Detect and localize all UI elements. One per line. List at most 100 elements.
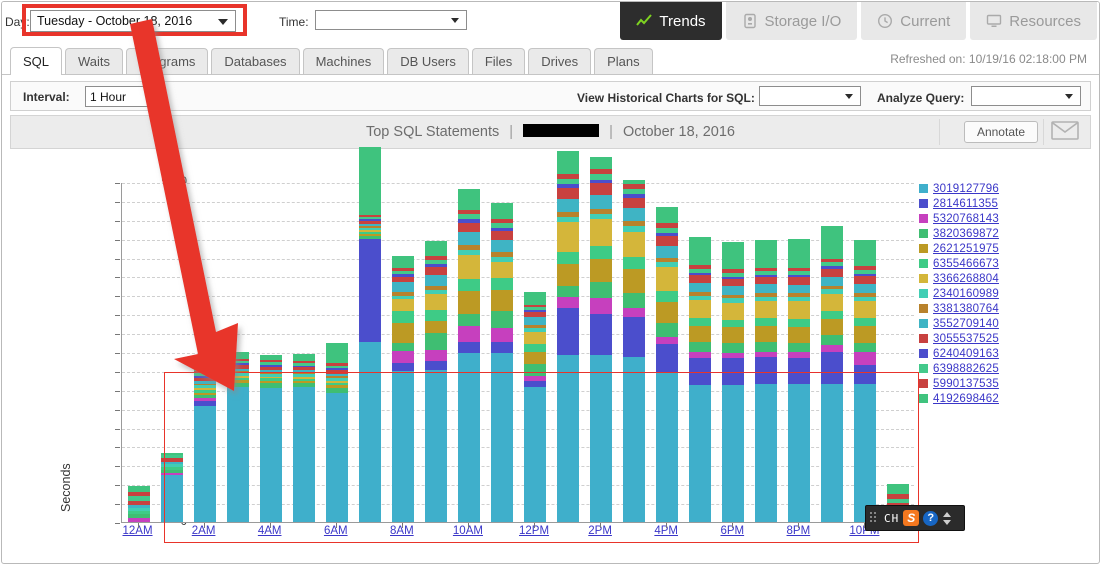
bar-segment[interactable] [754, 325, 777, 343]
bar-segment[interactable] [523, 387, 546, 522]
bar-segment[interactable] [457, 352, 480, 522]
bar-segment[interactable] [391, 363, 414, 371]
legend-item-label[interactable]: 2340160989 [933, 288, 999, 300]
bar-segment[interactable] [490, 278, 513, 290]
bar-segment[interactable] [292, 387, 315, 522]
bar-segment[interactable] [886, 484, 909, 495]
bar-segment[interactable] [424, 320, 447, 334]
arrow-up-icon[interactable] [943, 511, 952, 517]
bar-segment[interactable] [589, 258, 612, 283]
bar-segment[interactable] [589, 314, 612, 356]
bar-segment[interactable] [490, 230, 513, 240]
legend-item[interactable]: 6355466673 [919, 256, 1039, 271]
legend-item-label[interactable]: 6398882625 [933, 363, 999, 375]
bar-segment[interactable] [457, 255, 480, 279]
stacked-bar[interactable] [523, 292, 546, 522]
bar-segment[interactable] [820, 276, 843, 286]
bar-segment[interactable] [589, 157, 612, 169]
legend-item-label[interactable]: 3019127796 [933, 183, 999, 195]
bar-segment[interactable] [193, 406, 216, 522]
bar-segment[interactable] [853, 240, 876, 267]
bar-segment[interactable] [523, 292, 546, 305]
tab-waits[interactable]: Waits [65, 48, 124, 74]
bar-segment[interactable] [424, 275, 447, 286]
legend-item-label[interactable]: 3055537525 [933, 333, 999, 345]
bar-segment[interactable] [259, 387, 282, 522]
bar-segment[interactable] [424, 370, 447, 522]
legend-item-label[interactable]: 6355466673 [933, 258, 999, 270]
bar-segment[interactable] [787, 384, 810, 522]
bar-segment[interactable] [820, 383, 843, 522]
bar-segment[interactable] [655, 344, 678, 373]
bar-segment[interactable] [853, 365, 876, 385]
bar-segment[interactable] [721, 384, 744, 522]
bar-segment[interactable] [424, 294, 447, 310]
bar-segment[interactable] [754, 384, 777, 522]
bar-segment[interactable] [292, 354, 315, 361]
bar-segment[interactable] [523, 317, 546, 325]
bar-segment[interactable] [787, 326, 810, 343]
bar-segment[interactable] [688, 358, 711, 385]
bar-segment[interactable] [622, 231, 645, 258]
bar-segment[interactable] [523, 364, 546, 376]
legend-item[interactable]: 2814611355 [919, 196, 1039, 211]
bar-segment[interactable] [556, 198, 579, 213]
day-select[interactable]: Tuesday - October 18, 2016 [30, 10, 236, 32]
drag-grip-icon[interactable] [869, 511, 881, 525]
bar-segment[interactable] [391, 323, 414, 343]
bar-segment[interactable] [787, 277, 810, 285]
legend-item[interactable]: 4192698462 [919, 391, 1039, 406]
bar-segment[interactable] [853, 326, 876, 343]
legend-item-label[interactable]: 4192698462 [933, 393, 999, 405]
legend-item[interactable]: 5990137535 [919, 376, 1039, 391]
bar-segment[interactable] [622, 208, 645, 222]
bar-segment[interactable] [358, 342, 381, 522]
bar-segment[interactable] [820, 344, 843, 353]
stacked-bar[interactable] [160, 452, 183, 522]
arrow-down-icon[interactable] [943, 519, 952, 525]
stacked-bar[interactable] [259, 354, 282, 522]
bar-segment[interactable] [589, 246, 612, 259]
bar-segment[interactable] [490, 342, 513, 354]
bar-segment[interactable] [490, 328, 513, 343]
bar-segment[interactable] [853, 384, 876, 522]
view-historical-select[interactable] [759, 86, 861, 106]
bar-segment[interactable] [490, 289, 513, 311]
bar-segment[interactable] [787, 284, 810, 294]
bar-segment[interactable] [853, 300, 876, 319]
legend-item-label[interactable]: 3381380764 [933, 303, 999, 315]
stacked-bar[interactable] [853, 240, 876, 522]
stacked-bar[interactable] [655, 206, 678, 522]
bar-segment[interactable] [358, 238, 381, 343]
bar-segment[interactable] [490, 239, 513, 253]
stacked-bar[interactable] [226, 352, 249, 522]
bar-segment[interactable] [424, 361, 447, 371]
tab-databases[interactable]: Databases [211, 48, 300, 74]
stacked-bar[interactable] [127, 486, 150, 522]
bar-segment[interactable] [523, 344, 546, 352]
nav-tab-trends[interactable]: Trends [620, 2, 722, 40]
email-button[interactable] [1048, 120, 1082, 144]
legend-item[interactable]: 3552709140 [919, 316, 1039, 331]
bar-segment[interactable] [721, 242, 744, 270]
bar-segment[interactable] [490, 261, 513, 279]
legend-item[interactable]: 3055537525 [919, 331, 1039, 346]
bar-segment[interactable] [589, 194, 612, 209]
bar-segment[interactable] [622, 257, 645, 269]
bar-segment[interactable] [556, 308, 579, 356]
bar-segment[interactable] [721, 358, 744, 385]
stacked-bar[interactable] [424, 240, 447, 522]
stacked-bar[interactable] [193, 365, 216, 522]
stacked-bar[interactable] [721, 242, 744, 522]
bar-segment[interactable] [424, 240, 447, 257]
bar-segment[interactable] [622, 197, 645, 209]
bar-segment[interactable] [853, 283, 876, 293]
bar-segment[interactable] [556, 355, 579, 522]
tab-drives[interactable]: Drives [528, 48, 592, 74]
bar-segment[interactable] [754, 240, 777, 268]
nav-tab-resources[interactable]: Resources [970, 2, 1097, 40]
legend-item[interactable]: 6240409163 [919, 346, 1039, 361]
bar-segment[interactable] [589, 282, 612, 298]
bar-segment[interactable] [655, 323, 678, 337]
bar-segment[interactable] [490, 353, 513, 522]
